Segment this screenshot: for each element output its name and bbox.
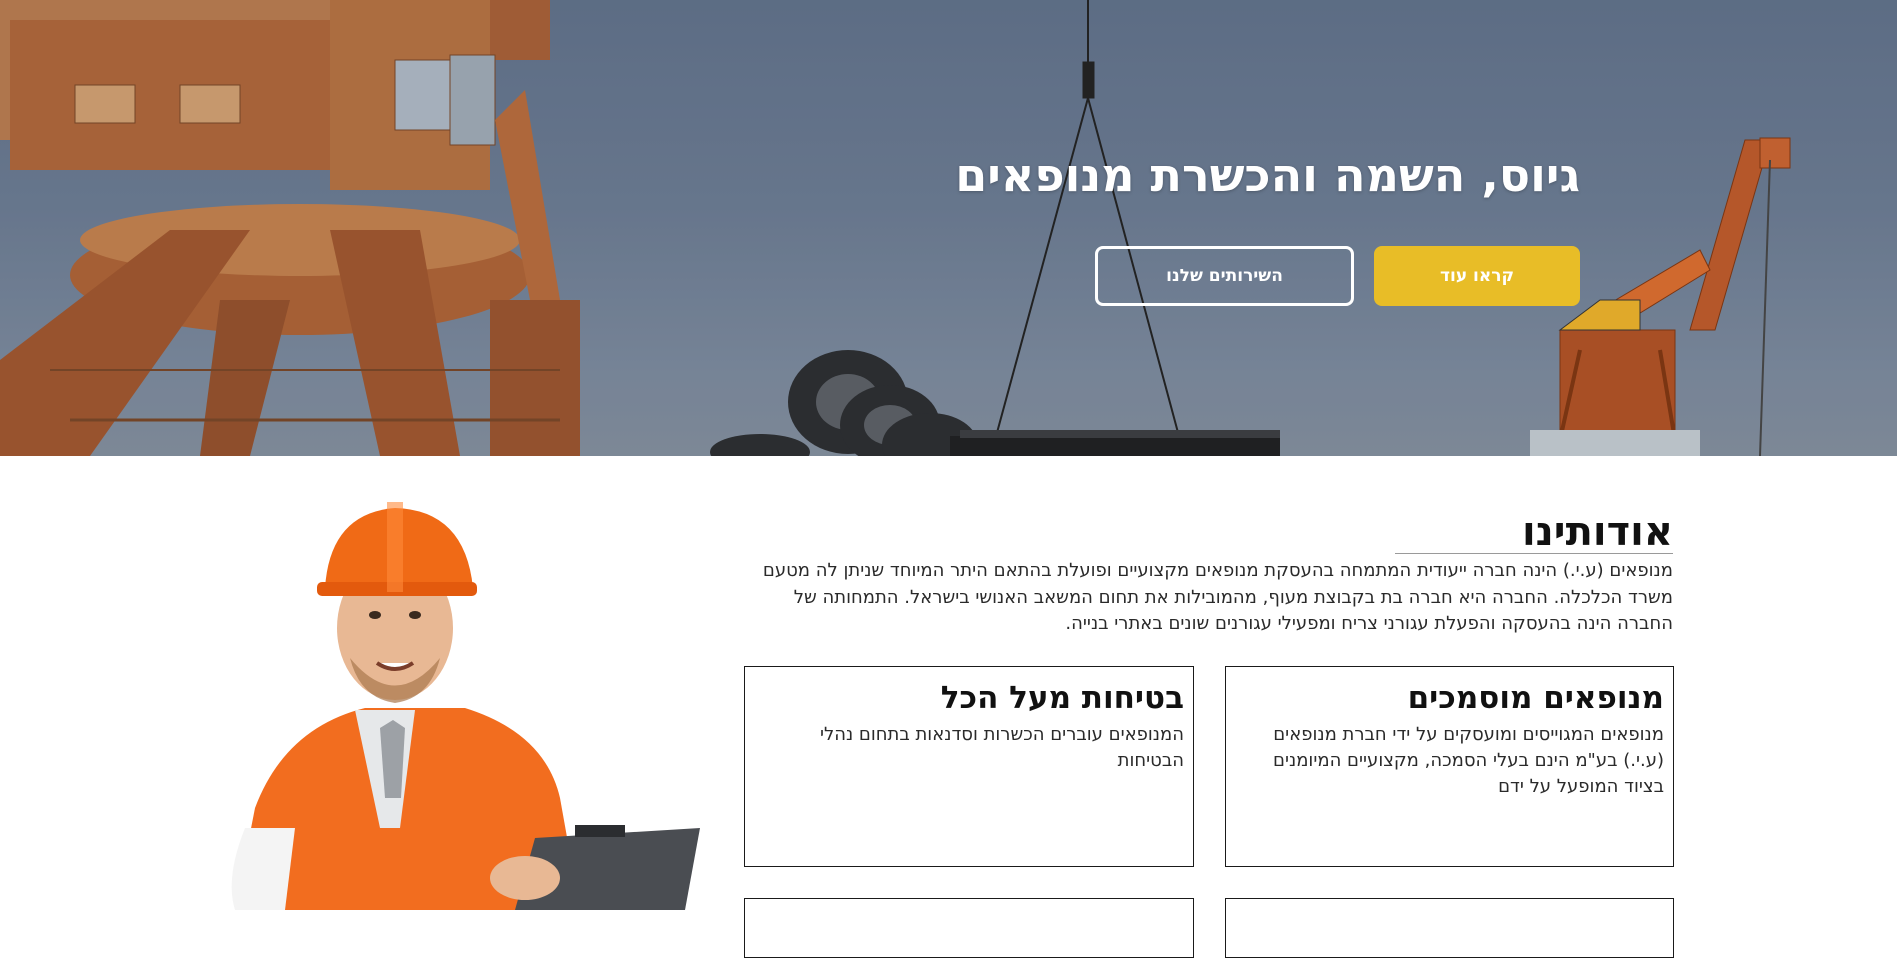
feature-card: [1225, 898, 1674, 958]
our-services-button[interactable]: השירותים שלנו: [1095, 246, 1354, 306]
feature-card-text: מנופאים המגוייסים ומועסקים על ידי חברת מ…: [1273, 723, 1664, 797]
hero-title: גיוס, השמה והכשרת מנופאים: [955, 148, 1580, 202]
hero-section: גיוס, השמה והכשרת מנופאים קראו עוד השירו…: [0, 0, 1897, 456]
feature-card: [744, 898, 1194, 958]
about-title: אודותינו: [1521, 509, 1673, 555]
title-divider: [1395, 553, 1673, 554]
hero-background-image: [0, 0, 1897, 456]
feature-card-title: מנופאים מוסמכים: [1407, 680, 1664, 716]
feature-card-certified-operators: מנופאים מוסמכים מנופאים המגוייסים ומועסק…: [1225, 666, 1674, 867]
read-more-button[interactable]: קראו עוד: [1374, 246, 1580, 306]
feature-card-text: המנופאים עוברים הכשרות וסדנאות בתחום נהל…: [819, 723, 1184, 771]
worker-image: [231, 502, 700, 910]
about-paragraph: מנופאים (ע.י.) הינה חברה ייעודית המתמחה …: [762, 560, 1673, 634]
feature-card-title: בטיחות מעל הכל: [940, 680, 1184, 716]
feature-card-safety: בטיחות מעל הכל המנופאים עוברים הכשרות וס…: [744, 666, 1194, 867]
